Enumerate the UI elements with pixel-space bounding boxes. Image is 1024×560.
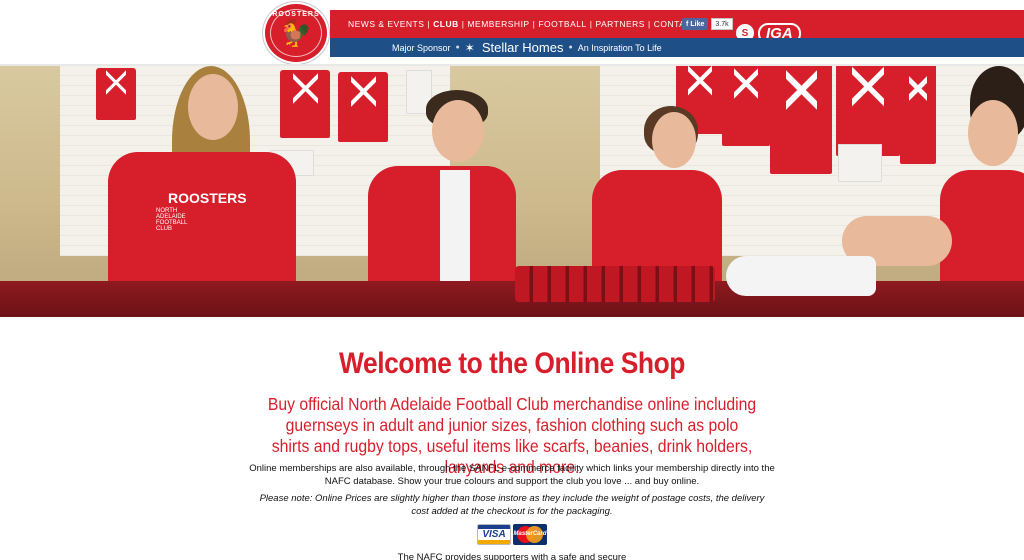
visa-label: VISA <box>482 529 506 540</box>
nav-separator: | <box>532 19 536 29</box>
major-sponsor-line[interactable]: Major Sponsor ● ✶ Stellar Homes ● An Ins… <box>392 38 662 57</box>
jersey-display <box>722 66 770 146</box>
jersey-display <box>96 68 136 120</box>
jersey-display <box>338 72 388 142</box>
facebook-like-widget[interactable]: f Like 3.7k <box>682 18 733 30</box>
nav-item-news-events[interactable]: NEWS & EVENTS <box>348 19 424 29</box>
pricing-note: Please note: Online Prices are slightly … <box>259 493 765 517</box>
payment-methods: VISA MasterCard <box>477 524 547 545</box>
merchandise-pillow <box>726 256 876 296</box>
jersey-display <box>280 70 330 138</box>
sponsor-bar: Major Sponsor ● ✶ Stellar Homes ● An Ins… <box>330 38 1024 57</box>
sponsor-tagline: An Inspiration To Life <box>577 42 662 53</box>
jersey-display <box>836 66 900 156</box>
nav-bar: NEWS & EVENTS | CLUB | MEMBERSHIP | FOOT… <box>330 10 1024 44</box>
dot-separator-icon: ● <box>455 44 460 51</box>
hoodie-text: ROOSTERS <box>168 190 247 206</box>
price-card <box>838 144 882 182</box>
security-paragraph: The NAFC provides supporters with a safe… <box>397 552 627 560</box>
sponsor-brand: Stellar Homes <box>481 40 564 55</box>
club-logo[interactable]: ROOSTERS 🐓 <box>263 2 329 64</box>
facebook-like-count: 3.7k <box>711 18 733 30</box>
logo-text: ROOSTERS <box>272 11 320 18</box>
facebook-icon: f <box>686 20 689 28</box>
jersey-display <box>770 66 832 174</box>
nav-item-club[interactable]: CLUB <box>433 19 459 29</box>
hoodie-subtext: NORTH ADELAIDE FOOTBALL CLUB <box>156 208 188 232</box>
site-header: ROOSTERS 🐓 NEWS & EVENTS | CLUB | MEMBER… <box>0 0 1024 66</box>
dot-separator-icon: ● <box>568 44 573 51</box>
hero-banner-photo: ROOSTERS NORTH ADELAIDE FOOTBALL CLUB <box>0 66 1024 317</box>
mastercard-icon: MasterCard <box>513 524 547 545</box>
nav-separator: | <box>647 19 651 29</box>
nav-separator: | <box>461 19 465 29</box>
sponsor-prefix: Major Sponsor <box>392 42 451 53</box>
nav-separator: | <box>589 19 593 29</box>
visa-icon: VISA <box>477 524 511 545</box>
drink-holders-display <box>515 266 715 302</box>
nav-item-football[interactable]: FOOTBALL <box>538 19 586 29</box>
nav-separator: | <box>427 19 431 29</box>
jersey-display <box>900 66 936 164</box>
mastercard-label: MasterCard <box>513 531 547 537</box>
page-title: Welcome to the Online Shop <box>339 347 685 380</box>
nav-item-partners[interactable]: PARTNERS <box>595 19 645 29</box>
nav-item-membership[interactable]: MEMBERSHIP <box>467 19 529 29</box>
main-nav: NEWS & EVENTS | CLUB | MEMBERSHIP | FOOT… <box>348 10 698 38</box>
facebook-like-label: Like <box>690 20 705 28</box>
facebook-like-button[interactable]: f Like <box>682 18 709 30</box>
main-content: Welcome to the Online Shop Buy official … <box>0 317 1024 560</box>
membership-paragraph: Online memberships are also available, t… <box>249 463 775 487</box>
stellar-star-icon: ✶ <box>464 40 475 55</box>
